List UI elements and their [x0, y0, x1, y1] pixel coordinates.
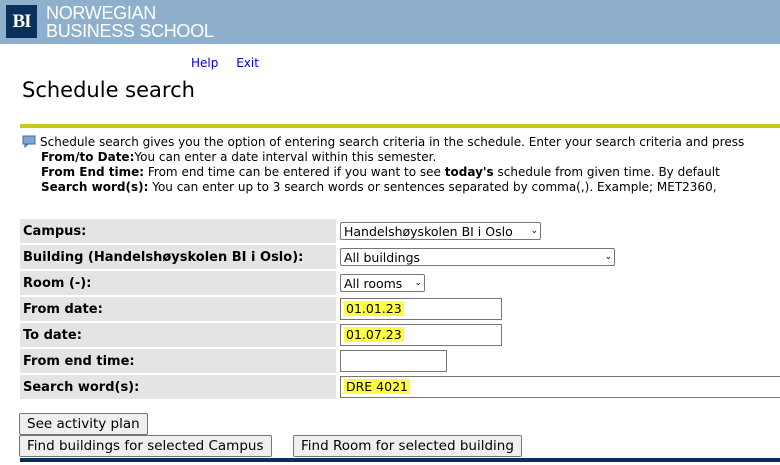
campus-label: Campus:: [20, 219, 336, 243]
find-room-button[interactable]: Find Room for selected building: [293, 435, 522, 457]
title-divider: [20, 124, 780, 128]
logo-line-2: BUSINESS SCHOOL: [46, 21, 214, 41]
info-from-to-label: From/to Date:: [41, 150, 135, 164]
campus-select[interactable]: Handelshøyskolen BI i Oslo ⌄: [340, 222, 541, 240]
bi-logo-mark[interactable]: BI: [6, 5, 37, 38]
chevron-down-icon: ⌄: [414, 278, 422, 288]
speech-bubble-icon: [22, 135, 36, 148]
bottom-divider: [20, 458, 780, 462]
building-label: Building (Handelshøyskolen BI i Oslo):: [20, 245, 336, 269]
info-end-time-label: From End time:: [41, 165, 145, 179]
info-from-to-text: You can enter a date interval within thi…: [134, 150, 437, 164]
to-date-label: To date:: [20, 323, 336, 347]
chevron-down-icon: ⌄: [530, 226, 538, 236]
campus-select-value: Handelshøyskolen BI i Oslo: [344, 223, 513, 239]
info-text: Schedule search gives you the option of …: [22, 135, 780, 195]
info-intro: Schedule search gives you the option of …: [40, 135, 745, 149]
search-words-input[interactable]: DRE 4021: [340, 376, 780, 398]
logo-line-1: NORWEGIAN: [46, 3, 156, 23]
help-link[interactable]: Help: [191, 56, 218, 70]
to-date-value: 01.07.23: [344, 327, 404, 342]
chevron-down-icon: ⌄: [604, 252, 612, 262]
from-date-value: 01.01.23: [344, 301, 404, 316]
search-form: Campus: Handelshøyskolen BI i Oslo ⌄ Buil…: [20, 217, 780, 401]
info-end-time-text1: From end time can be entered if you want…: [144, 165, 445, 179]
info-search-text: You can enter up to 3 search words or se…: [148, 180, 717, 194]
find-buildings-button[interactable]: Find buildings for selected Campus: [19, 435, 272, 457]
room-select[interactable]: All rooms ⌄: [340, 274, 425, 292]
building-select-value: All buildings: [344, 249, 421, 265]
school-name-logo[interactable]: NORWEGIAN BUSINESS SCHOOL: [46, 4, 214, 40]
end-time-input[interactable]: [340, 350, 447, 372]
info-today: today's: [444, 165, 494, 179]
exit-link[interactable]: Exit: [236, 56, 259, 70]
info-end-time-text2: schedule from given time. By default: [493, 165, 720, 179]
from-date-input[interactable]: 01.01.23: [340, 298, 502, 320]
from-date-label: From date:: [20, 297, 336, 321]
to-date-input[interactable]: 01.07.23: [340, 324, 502, 346]
info-search-label: Search word(s):: [41, 180, 149, 194]
see-activity-plan-button[interactable]: See activity plan: [19, 413, 148, 435]
end-time-label: From end time:: [20, 349, 336, 373]
room-select-value: All rooms: [344, 275, 403, 291]
building-select[interactable]: All buildings ⌄: [340, 248, 615, 266]
search-words-value: DRE 4021: [344, 379, 410, 394]
top-links: Help Exit: [191, 56, 273, 70]
header-bar: BI NORWEGIAN BUSINESS SCHOOL: [0, 0, 780, 44]
page-title: Schedule search: [22, 78, 195, 102]
search-words-label: Search word(s):: [20, 375, 336, 399]
room-label: Room (-):: [20, 271, 336, 295]
